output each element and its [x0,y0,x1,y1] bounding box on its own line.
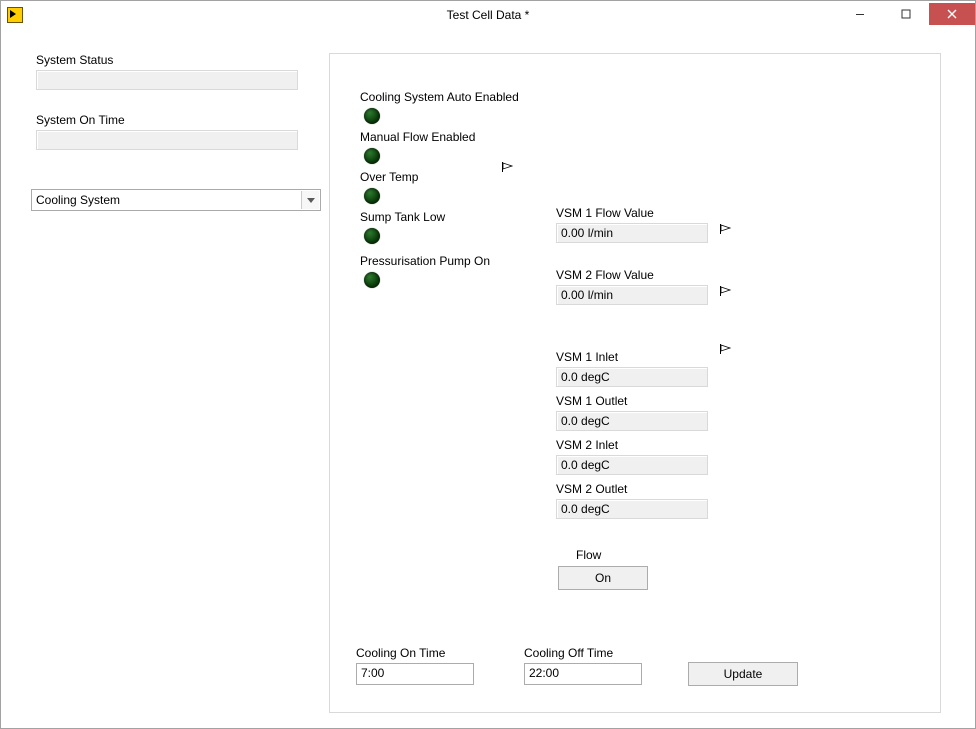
system-on-time-value [36,130,298,150]
maximize-button[interactable] [883,3,929,25]
update-button[interactable]: Update [688,662,798,686]
page-selector[interactable]: Cooling System [31,189,321,211]
led-label-manual-flow: Manual Flow Enabled [360,130,475,144]
cooling-on-time-label: Cooling On Time [356,646,445,660]
minimize-button[interactable] [837,3,883,25]
vsm1-inlet-label: VSM 1 Inlet [556,350,618,364]
flow-on-button[interactable]: On [558,566,648,590]
flag-icon [502,162,514,172]
page-selector-value: Cooling System [36,193,120,207]
cooling-off-time-label: Cooling Off Time [524,646,613,660]
vsm1-inlet-value: 0.0 degC [556,367,708,387]
led-sump-low [364,228,380,244]
app-window: Test Cell Data * System Status System On… [0,0,976,729]
vsm2-flow-label: VSM 2 Flow Value [556,268,654,282]
chevron-down-icon [301,191,319,209]
vsm1-outlet-label: VSM 1 Outlet [556,394,627,408]
system-status-value [36,70,298,90]
vsm1-flow-label: VSM 1 Flow Value [556,206,654,220]
system-status-label: System Status [36,53,113,67]
vsm1-outlet-value: 0.0 degC [556,411,708,431]
window-title: Test Cell Data * [447,1,530,29]
led-press-pump [364,272,380,288]
vsm2-outlet-label: VSM 2 Outlet [556,482,627,496]
app-icon [7,7,23,23]
system-on-time-label: System On Time [36,113,125,127]
flag-icon [720,224,732,234]
cooling-off-time-input[interactable]: 22:00 [524,663,642,685]
vsm2-inlet-value: 0.0 degC [556,455,708,475]
vsm2-inlet-label: VSM 2 Inlet [556,438,618,452]
main-panel: Cooling System Auto Enabled Manual Flow … [329,53,941,713]
led-cooling-auto [364,108,380,124]
cooling-on-time-input[interactable]: 7:00 [356,663,474,685]
led-label-sump-low: Sump Tank Low [360,210,445,224]
led-label-press-pump: Pressurisation Pump On [360,254,490,268]
vsm2-outlet-value: 0.0 degC [556,499,708,519]
flag-icon [720,286,732,296]
flow-section-label: Flow [576,548,601,562]
close-button[interactable] [929,3,975,25]
flag-icon [720,344,732,354]
vsm2-flow-value: 0.00 l/min [556,285,708,305]
titlebar: Test Cell Data * [1,1,975,29]
led-manual-flow [364,148,380,164]
client-area: System Status System On Time Cooling Sys… [1,29,975,728]
led-label-cooling-auto: Cooling System Auto Enabled [360,90,519,104]
led-label-over-temp: Over Temp [360,170,418,184]
window-controls [837,3,975,25]
vsm1-flow-value: 0.00 l/min [556,223,708,243]
led-over-temp [364,188,380,204]
